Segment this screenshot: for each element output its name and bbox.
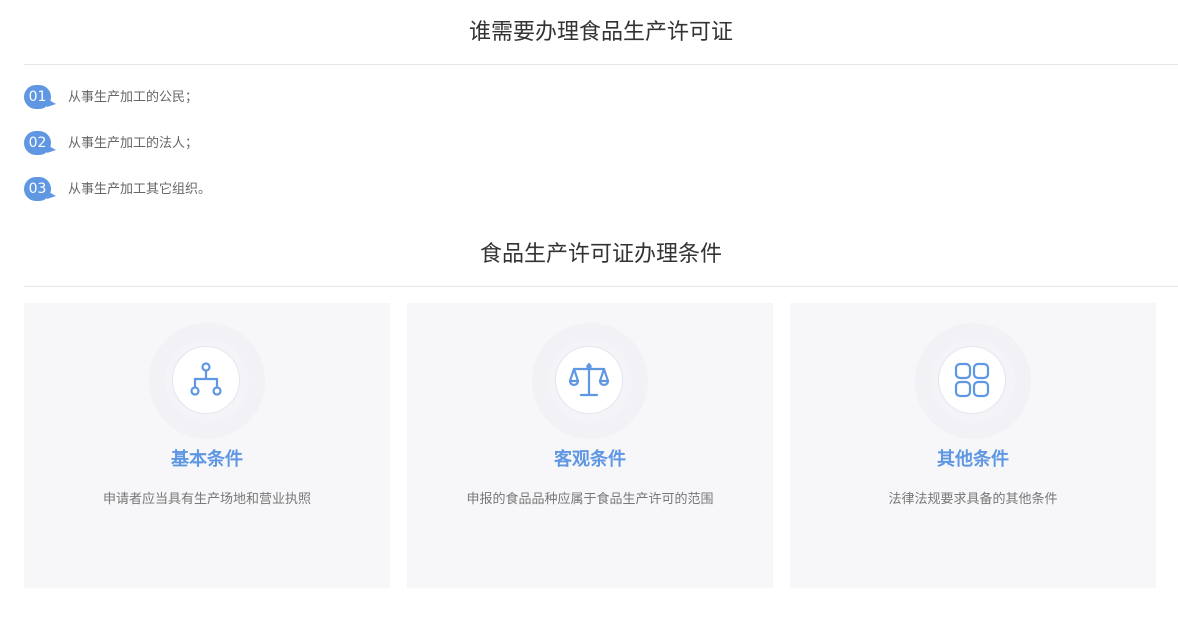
- condition-card-other: 其他条件 法律法规要求具备的其他条件: [790, 303, 1156, 588]
- who-needs-list: 01 从事生产加工的公民； 02 从事生产加工的法人； 03 从事生产加工其它组…: [24, 85, 624, 223]
- divider: [24, 286, 1178, 287]
- page: 谁需要办理食品生产许可证 01 从事生产加工的公民； 02 从事生产加工的法人；…: [0, 0, 1178, 617]
- section-title-who-needs: 谁需要办理食品生产许可证: [468, 20, 733, 45]
- card-title: 其他条件: [937, 449, 1009, 470]
- card-description: 法律法规要求具备的其他条件: [888, 492, 1058, 507]
- card-description: 申报的食品品种应属于食品生产许可的范围: [466, 492, 714, 507]
- card-title: 客观条件: [554, 449, 626, 470]
- icon-halo: [915, 323, 1031, 439]
- icon-circle: [555, 346, 623, 414]
- hierarchy-icon: [190, 362, 222, 396]
- number-badge: 02: [24, 131, 56, 155]
- condition-card-basic: 基本条件 申请者应当具有生产场地和营业执照: [24, 303, 390, 588]
- list-item: 03 从事生产加工其它组织。: [24, 177, 624, 203]
- number-badge: 03: [24, 177, 56, 201]
- scale-icon: [569, 362, 609, 397]
- section-title-conditions: 食品生产许可证办理条件: [479, 242, 722, 267]
- icon-ring: [548, 339, 632, 423]
- icon-circle: [172, 346, 240, 414]
- card-description: 申请者应当具有生产场地和营业执照: [102, 492, 311, 507]
- divider: [24, 64, 1178, 65]
- icon-circle: [938, 346, 1006, 414]
- number-badge: 01: [24, 85, 56, 109]
- grid-icon: [954, 362, 990, 398]
- list-item: 01 从事生产加工的公民；: [24, 85, 624, 111]
- list-item-text: 从事生产加工的公民；: [68, 90, 199, 105]
- card-title: 基本条件: [171, 449, 243, 470]
- list-item-text: 从事生产加工其它组织。: [68, 182, 212, 197]
- icon-halo: [149, 323, 265, 439]
- icon-halo: [532, 323, 648, 439]
- list-item-text: 从事生产加工的法人；: [68, 136, 199, 151]
- icon-ring: [931, 339, 1015, 423]
- condition-card-objective: 客观条件 申报的食品品种应属于食品生产许可的范围: [407, 303, 773, 588]
- icon-ring: [165, 339, 249, 423]
- list-item: 02 从事生产加工的法人；: [24, 131, 624, 157]
